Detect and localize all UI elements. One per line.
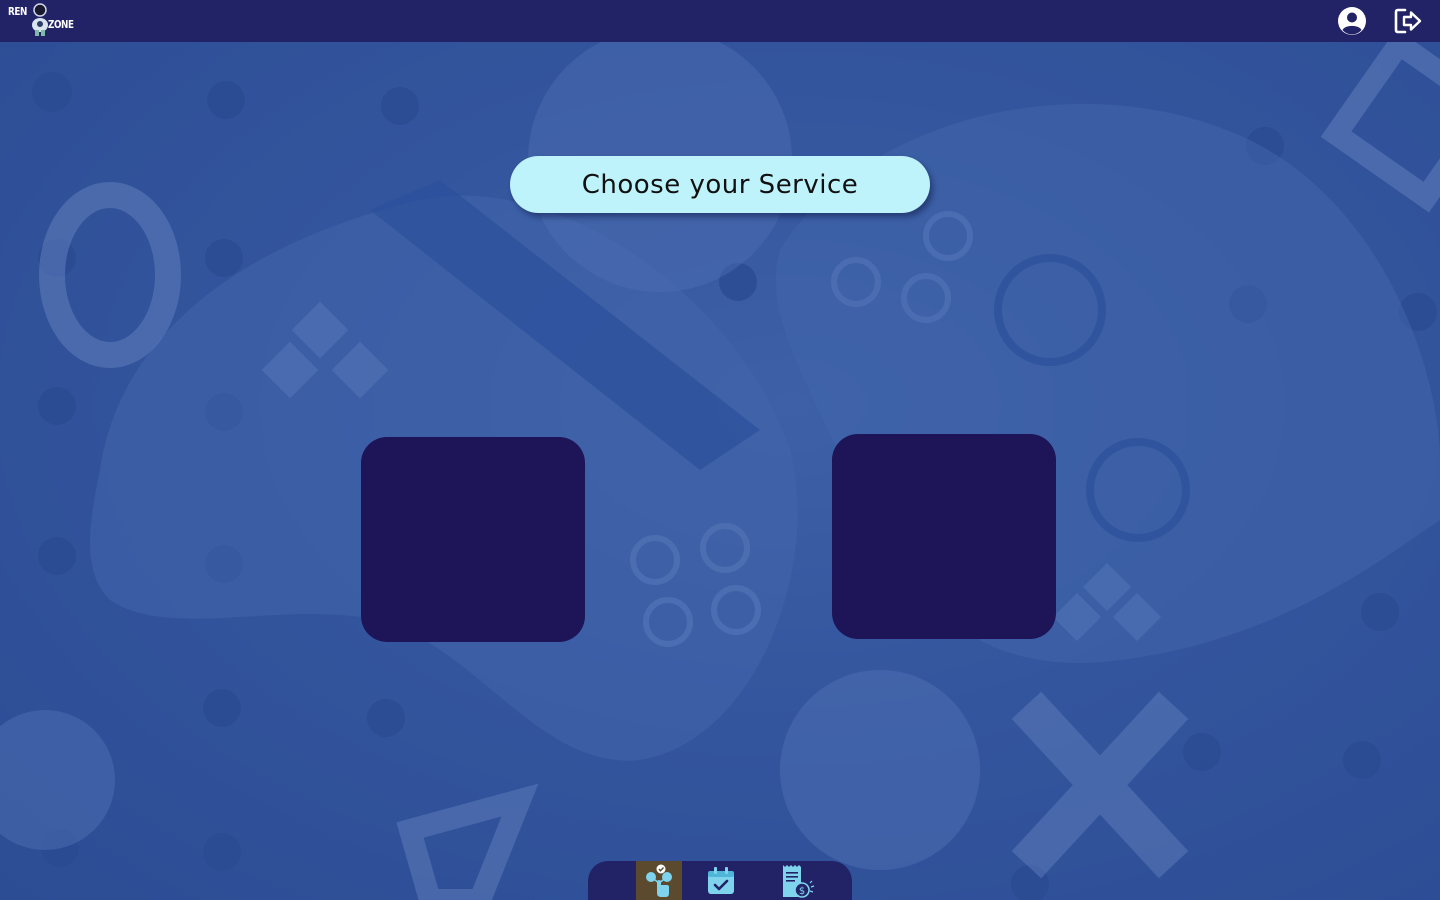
billing-receipt-icon: $	[783, 864, 815, 898]
service-card-1[interactable]	[361, 437, 585, 642]
nav-bookings[interactable]	[698, 861, 744, 900]
background-tint	[0, 0, 1440, 900]
select-service-icon	[646, 864, 672, 897]
svg-text:$: $	[799, 886, 805, 897]
profile-button[interactable]	[1337, 6, 1367, 36]
logout-icon	[1394, 8, 1422, 34]
logo-text-top: REN	[8, 5, 27, 18]
calendar-check-icon	[708, 866, 734, 894]
page-title: Choose your Service	[581, 169, 859, 200]
bottom-nav: $	[588, 861, 852, 900]
nav-select-service[interactable]	[636, 861, 682, 900]
logo-text-bottom: ZONE	[48, 18, 74, 31]
app-logo[interactable]: REN ZONE	[8, 3, 78, 39]
page-title-banner: Choose your Service	[510, 156, 930, 213]
logout-button[interactable]	[1393, 6, 1423, 36]
service-card-2[interactable]	[832, 434, 1056, 639]
nav-billing[interactable]: $	[774, 861, 820, 900]
user-circle-icon	[1338, 7, 1366, 35]
top-bar: REN ZONE	[0, 0, 1440, 42]
